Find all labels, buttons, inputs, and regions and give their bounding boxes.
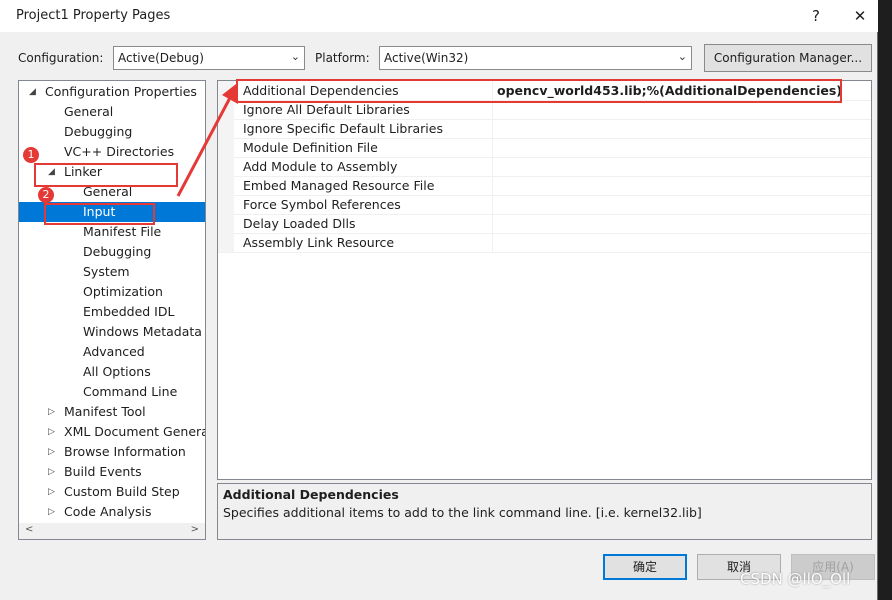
watermark: CSDN @llO_Oll [740,570,851,588]
arrow-head [222,84,238,104]
arrow-line [176,93,234,197]
annotation-arrow [176,84,238,197]
